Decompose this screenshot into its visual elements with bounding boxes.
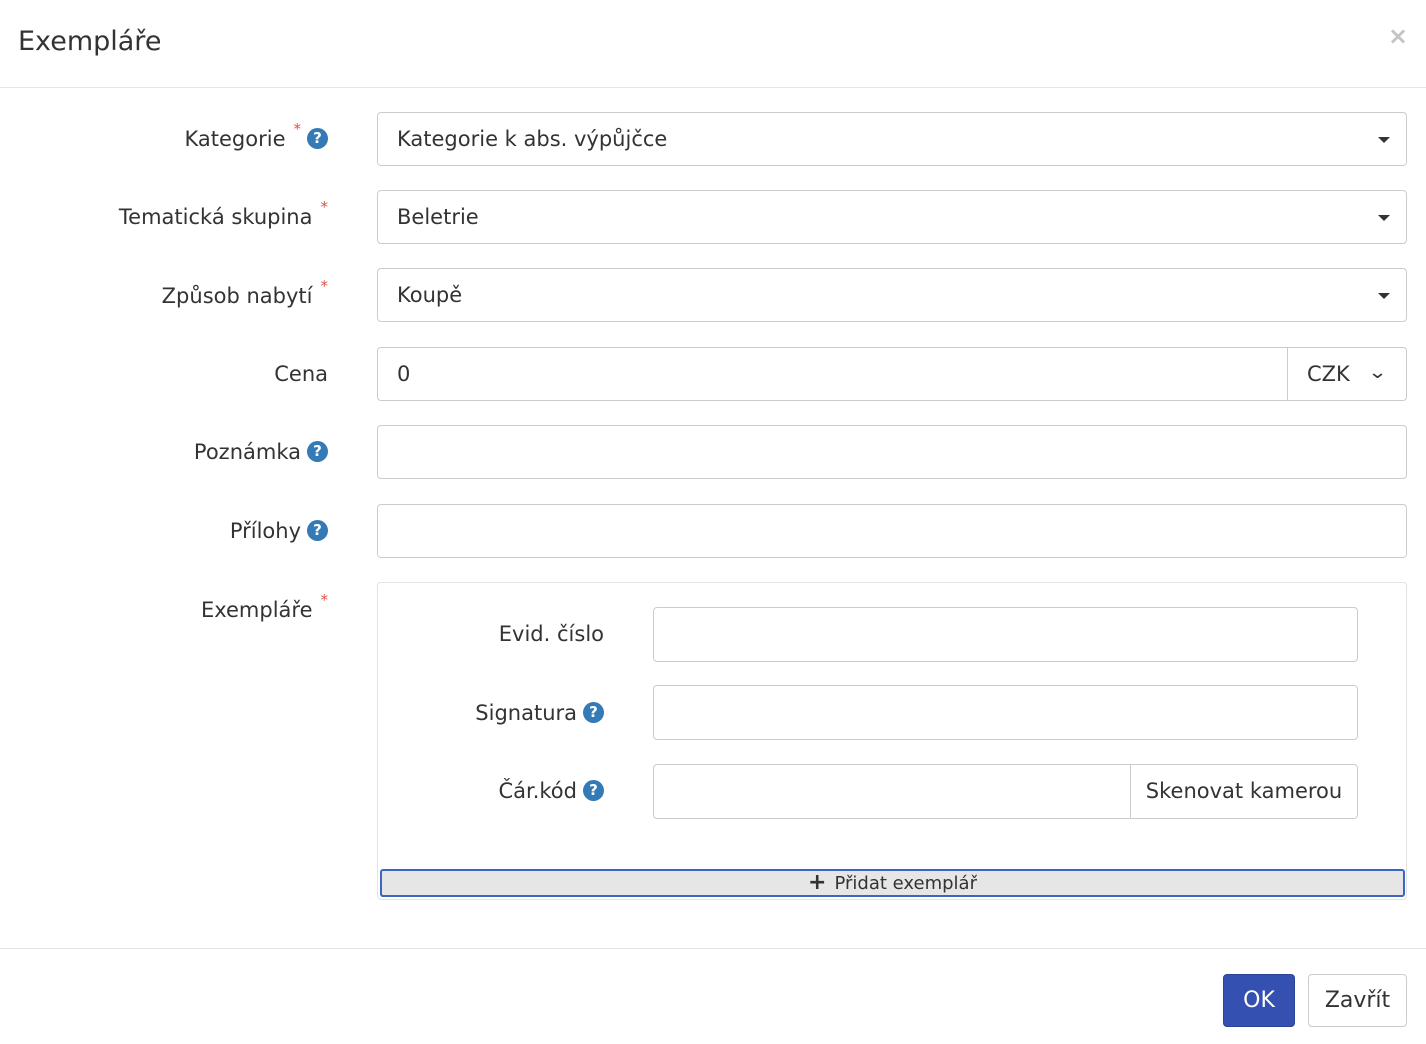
kategorie-label: Kategorie — [184, 127, 286, 151]
question-circle-icon[interactable]: ? — [307, 128, 328, 149]
car-kod-label-group: Čár.kód ? — [498, 777, 604, 805]
currency-value: CZK — [1307, 362, 1350, 386]
modal-footer: OK Zavřít — [0, 948, 1426, 1044]
currency-select[interactable]: CZK ⌄ — [1287, 347, 1407, 401]
zpusob-nabyti-value: Koupě — [397, 283, 463, 307]
chevron-down-icon: ⌄ — [1367, 362, 1388, 383]
signatura-label-group: Signatura ? — [475, 699, 604, 727]
required-mark: * — [293, 120, 302, 138]
evid-cislo-label-group: Evid. číslo — [499, 620, 604, 648]
caret-down-icon — [1378, 215, 1390, 221]
kategorie-value: Kategorie k abs. výpůjčce — [397, 127, 668, 151]
add-copy-button[interactable]: + Přidat exemplář — [380, 869, 1405, 897]
kategorie-label-group: Kategorie * ? — [184, 121, 328, 153]
evid-cislo-label: Evid. číslo — [498, 622, 604, 646]
tematicka-skupina-label-group: Tematická skupina * — [118, 199, 328, 231]
dialog-title: Exempláře — [18, 26, 162, 57]
modal-header: Exempláře × — [0, 0, 1426, 88]
poznamka-input[interactable] — [377, 425, 1407, 479]
zpusob-nabyti-select[interactable]: Koupě — [377, 268, 1407, 322]
prilohy-label-group: Přílohy ? — [230, 517, 328, 545]
cena-input[interactable]: 0 — [377, 347, 1288, 401]
kategorie-select[interactable]: Kategorie k abs. výpůjčce — [377, 112, 1407, 166]
question-circle-icon[interactable]: ? — [583, 780, 604, 801]
exemplare-label-group: Exempláře * — [200, 592, 328, 624]
signatura-input[interactable] — [653, 685, 1358, 740]
zpusob-nabyti-label: Způsob nabytí — [161, 284, 313, 308]
cena-label-group: Cena — [274, 360, 328, 388]
caret-down-icon — [1378, 137, 1390, 143]
signatura-label: Signatura — [475, 701, 577, 725]
cena-value: 0 — [397, 362, 411, 386]
car-kod-input[interactable] — [653, 764, 1131, 819]
question-circle-icon[interactable]: ? — [307, 441, 328, 462]
tematicka-skupina-value: Beletrie — [397, 205, 479, 229]
ok-button[interactable]: OK — [1223, 974, 1295, 1027]
add-copy-label: Přidat exemplář — [834, 873, 977, 894]
car-kod-label: Čár.kód — [498, 779, 577, 803]
scan-camera-button[interactable]: Skenovat kamerou — [1130, 764, 1358, 819]
close-button[interactable]: Zavřít — [1308, 974, 1407, 1027]
plus-icon: + — [808, 870, 827, 895]
evid-cislo-input[interactable] — [653, 607, 1358, 662]
required-mark: * — [320, 198, 329, 216]
prilohy-input[interactable] — [377, 504, 1407, 558]
required-mark: * — [320, 277, 329, 295]
prilohy-label: Přílohy — [229, 519, 301, 543]
tematicka-skupina-select[interactable]: Beletrie — [377, 190, 1407, 244]
close-icon[interactable]: × — [1384, 22, 1412, 50]
cena-label: Cena — [274, 362, 328, 386]
question-circle-icon[interactable]: ? — [307, 520, 328, 541]
exemplare-label: Exempláře — [200, 598, 313, 622]
required-mark: * — [320, 591, 329, 609]
poznamka-label: Poznámka — [193, 440, 301, 464]
question-circle-icon[interactable]: ? — [583, 702, 604, 723]
caret-down-icon — [1378, 293, 1390, 299]
tematicka-skupina-label: Tematická skupina — [118, 205, 313, 229]
poznamka-label-group: Poznámka ? — [194, 438, 328, 466]
zpusob-nabyti-label-group: Způsob nabytí * — [161, 278, 328, 310]
